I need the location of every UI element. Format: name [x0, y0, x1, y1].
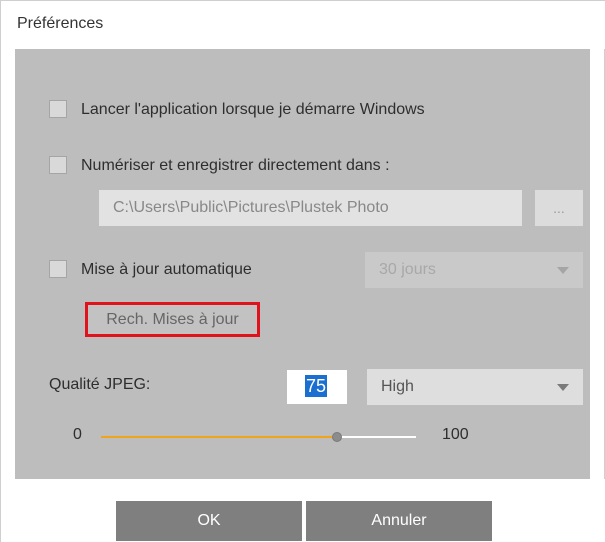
dialog-footer: OK Annuler	[1, 479, 605, 542]
jpeg-quality-slider-track[interactable]	[101, 432, 416, 442]
jpeg-quality-slider-fill	[101, 436, 338, 438]
slider-max-label: 100	[442, 426, 469, 443]
update-interval-select[interactable]: 30 jours	[365, 252, 583, 288]
jpeg-quality-slider-thumb[interactable]	[332, 432, 343, 442]
chevron-down-icon	[557, 267, 569, 274]
title-bar: Préférences	[1, 1, 605, 49]
jpeg-quality-input[interactable]: 75	[287, 370, 347, 404]
chevron-down-icon	[557, 384, 569, 391]
preferences-dialog: Préférences Lancer l'application lorsque…	[0, 0, 605, 542]
jpeg-quality-label: Qualité JPEG:	[49, 376, 151, 393]
slider-min-label: 0	[73, 426, 82, 443]
launch-on-startup-label: Lancer l'application lorsque je démarre …	[81, 101, 425, 118]
check-updates-button[interactable]: Rech. Mises à jour	[85, 302, 260, 337]
scan-direct-save-label: Numériser et enregistrer directement dan…	[81, 157, 390, 174]
browse-button[interactable]: ...	[535, 190, 583, 226]
preferences-panel: Lancer l'application lorsque je démarre …	[15, 49, 590, 479]
scan-direct-save-checkbox[interactable]	[49, 156, 67, 174]
auto-update-label: Mise à jour automatique	[81, 261, 252, 278]
jpeg-quality-select[interactable]: High	[367, 369, 583, 405]
launch-on-startup-checkbox[interactable]	[49, 100, 67, 118]
ok-button[interactable]: OK	[116, 501, 302, 541]
dialog-title: Préférences	[17, 15, 104, 32]
save-path-field[interactable]: C:\Users\Public\Pictures\Plustek Photo	[99, 190, 522, 226]
auto-update-checkbox[interactable]	[49, 260, 67, 278]
update-interval-value: 30 jours	[379, 261, 436, 278]
jpeg-quality-value: 75	[305, 375, 328, 397]
jpeg-quality-select-value: High	[381, 378, 414, 395]
cancel-button[interactable]: Annuler	[306, 501, 492, 541]
